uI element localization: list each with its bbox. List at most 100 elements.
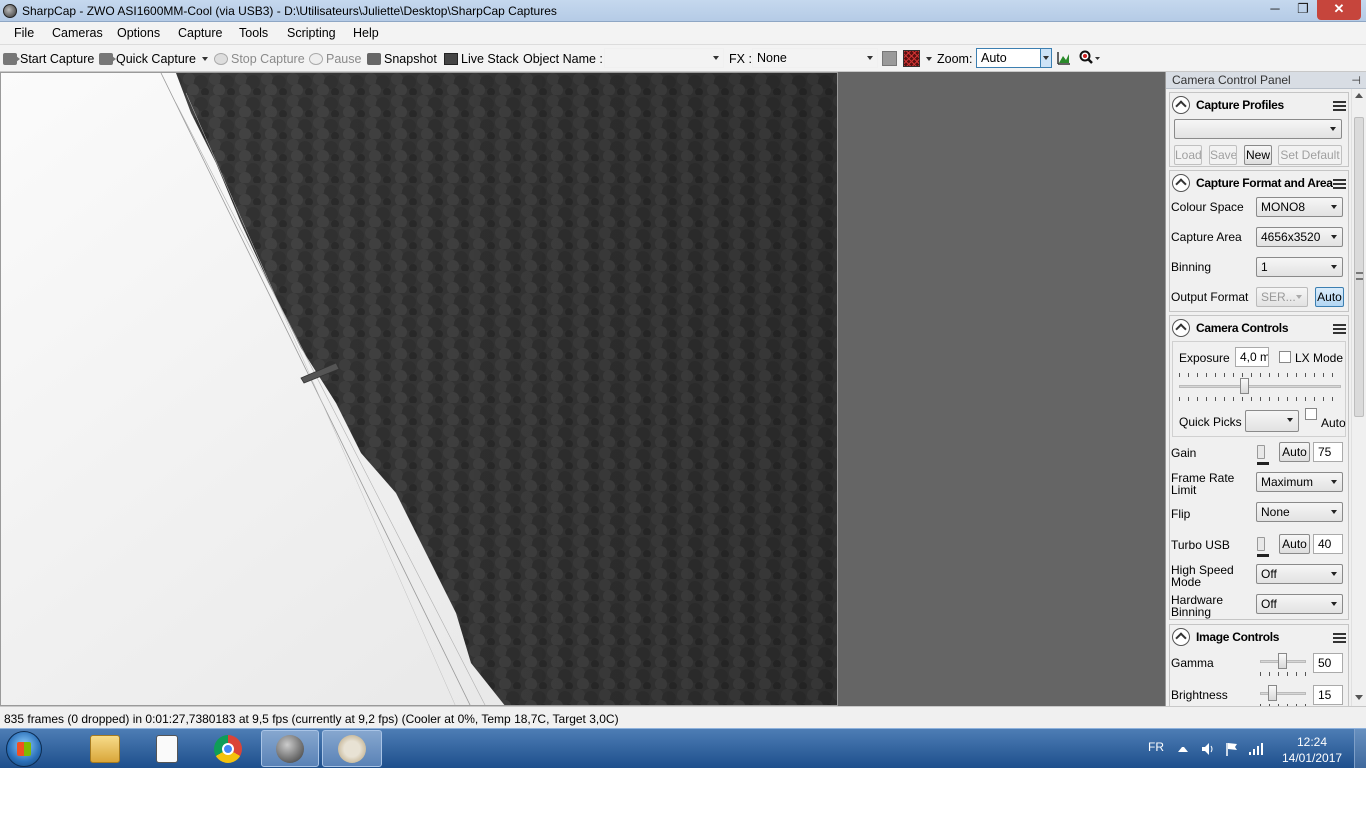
quick-picks-select[interactable] bbox=[1245, 410, 1299, 432]
object-name-combo[interactable] bbox=[604, 48, 724, 68]
exposure-ticks-bottom bbox=[1179, 397, 1341, 401]
load-profile-button[interactable]: Load bbox=[1174, 145, 1202, 165]
capture-area-select[interactable]: 4656x3520 bbox=[1256, 227, 1343, 247]
histogram-toggle-icon[interactable] bbox=[882, 51, 897, 66]
taskbar-notepad[interactable] bbox=[138, 730, 196, 767]
live-stack-button[interactable]: Live Stack bbox=[444, 50, 519, 67]
menu-options[interactable]: Options bbox=[117, 26, 160, 40]
menu-scripting[interactable]: Scripting bbox=[287, 26, 336, 40]
exposure-input[interactable]: 4,0 m bbox=[1235, 347, 1269, 367]
zoom-magnifier-icon[interactable] bbox=[1079, 50, 1101, 66]
capture-format-header[interactable]: Capture Format and Area bbox=[1172, 174, 1348, 194]
collapse-icon[interactable] bbox=[1172, 96, 1190, 114]
chevron-down-icon[interactable] bbox=[926, 57, 932, 61]
snapshot-button[interactable]: Snapshot bbox=[367, 50, 437, 67]
menu-help[interactable]: Help bbox=[353, 26, 379, 40]
exposure-label: Exposure bbox=[1179, 351, 1230, 365]
minimize-button[interactable]: ─ bbox=[1261, 0, 1289, 20]
turbo-usb-auto-button[interactable]: Auto bbox=[1279, 534, 1310, 554]
gain-auto-button[interactable]: Auto bbox=[1279, 442, 1310, 462]
brightness-input[interactable]: 15 bbox=[1313, 685, 1343, 705]
clock-date[interactable]: 14/01/2017 bbox=[1282, 751, 1342, 768]
gamma-slider-knob[interactable] bbox=[1278, 653, 1287, 669]
set-default-button[interactable]: Set Default bbox=[1278, 145, 1342, 165]
capture-area-label: Capture Area bbox=[1171, 230, 1242, 244]
splitter-grip-icon[interactable] bbox=[1356, 272, 1363, 280]
image-controls-header[interactable]: Image Controls bbox=[1172, 628, 1348, 648]
volume-icon[interactable] bbox=[1200, 741, 1216, 768]
turbo-usb-input[interactable]: 40 bbox=[1313, 534, 1343, 554]
menu-icon[interactable] bbox=[1333, 324, 1346, 334]
histogram-icon[interactable] bbox=[1057, 51, 1071, 65]
show-hidden-icons-icon[interactable] bbox=[1178, 742, 1188, 752]
brightness-slider[interactable] bbox=[1260, 683, 1306, 705]
collapse-icon[interactable] bbox=[1172, 319, 1190, 337]
taskbar-sharpcap[interactable] bbox=[261, 730, 319, 767]
gamma-input[interactable]: 50 bbox=[1313, 653, 1343, 673]
gain-input[interactable]: 75 bbox=[1313, 442, 1343, 462]
exposure-slider-knob[interactable] bbox=[1240, 378, 1249, 394]
gain-slider[interactable] bbox=[1257, 445, 1269, 465]
save-profile-button[interactable]: Save bbox=[1209, 145, 1237, 165]
collapse-icon[interactable] bbox=[1172, 628, 1190, 646]
output-format-select[interactable]: SER... bbox=[1256, 287, 1308, 307]
start-button-icon[interactable] bbox=[6, 731, 42, 767]
chevron-down-icon[interactable] bbox=[201, 56, 208, 61]
reticle-overlay-icon[interactable] bbox=[903, 50, 920, 67]
exposure-slider[interactable] bbox=[1179, 376, 1341, 398]
flip-select[interactable]: None bbox=[1256, 502, 1343, 522]
menu-icon[interactable] bbox=[1333, 101, 1346, 111]
pause-button[interactable]: Pause bbox=[309, 50, 361, 67]
colour-space-select[interactable]: MONO8 bbox=[1256, 197, 1343, 217]
network-signal-icon[interactable] bbox=[1248, 741, 1264, 768]
quick-picks-auto-label: Auto bbox=[1321, 416, 1346, 430]
action-center-flag-icon[interactable] bbox=[1224, 741, 1240, 768]
scroll-up-icon[interactable] bbox=[1355, 93, 1363, 98]
maximize-button[interactable]: ❐ bbox=[1289, 0, 1317, 20]
turbo-usb-slider[interactable] bbox=[1257, 537, 1269, 557]
fx-value: None bbox=[757, 51, 787, 65]
menu-tools[interactable]: Tools bbox=[239, 26, 268, 40]
menu-file[interactable]: File bbox=[14, 26, 34, 40]
taskbar-chrome[interactable] bbox=[199, 730, 257, 767]
close-button[interactable]: ✕ bbox=[1317, 0, 1361, 20]
new-profile-button[interactable]: New bbox=[1244, 145, 1272, 165]
taskbar-paint[interactable] bbox=[322, 730, 382, 767]
quick-capture-button[interactable]: Quick Capture bbox=[99, 50, 208, 67]
show-desktop-button[interactable] bbox=[1354, 729, 1366, 768]
output-auto-button[interactable]: Auto bbox=[1315, 287, 1344, 307]
lx-mode-checkbox[interactable] bbox=[1279, 351, 1291, 363]
gamma-slider[interactable] bbox=[1260, 651, 1306, 673]
menu-cameras[interactable]: Cameras bbox=[52, 26, 103, 40]
collapse-icon[interactable] bbox=[1172, 174, 1190, 192]
pin-icon[interactable]: ⊣ bbox=[1351, 74, 1361, 87]
hardware-binning-select[interactable]: Off bbox=[1256, 594, 1343, 614]
capture-profiles-header[interactable]: Capture Profiles bbox=[1172, 96, 1348, 116]
menu-icon[interactable] bbox=[1333, 179, 1346, 189]
zoom-select[interactable]: Auto bbox=[976, 48, 1052, 68]
fx-select[interactable]: None bbox=[752, 48, 878, 68]
binning-select[interactable]: 1 bbox=[1256, 257, 1343, 277]
start-capture-button[interactable]: Start Capture bbox=[3, 50, 94, 67]
scrollbar-thumb[interactable] bbox=[1354, 117, 1364, 417]
frame-rate-select[interactable]: Maximum bbox=[1256, 472, 1343, 492]
camera-controls-title: Camera Controls bbox=[1196, 321, 1289, 335]
flip-value: None bbox=[1261, 505, 1290, 519]
high-speed-select[interactable]: Off bbox=[1256, 564, 1343, 584]
menu-capture[interactable]: Capture bbox=[178, 26, 222, 40]
panel-scrollbar[interactable] bbox=[1351, 89, 1366, 706]
profile-select[interactable] bbox=[1174, 119, 1342, 139]
stop-capture-button[interactable]: Stop Capture bbox=[214, 50, 305, 67]
panel-header: Camera Control Panel ⊣ bbox=[1166, 72, 1366, 89]
image-controls-section: Image Controls Gamma 50 Brightness 15 bbox=[1169, 624, 1349, 706]
chevron-down-icon bbox=[713, 56, 719, 60]
language-indicator[interactable]: FR bbox=[1148, 740, 1164, 768]
brightness-slider-knob[interactable] bbox=[1268, 685, 1277, 701]
camera-controls-header[interactable]: Camera Controls bbox=[1172, 319, 1348, 339]
menu-icon[interactable] bbox=[1333, 633, 1346, 643]
image-viewer[interactable] bbox=[0, 72, 1165, 706]
quick-picks-auto-checkbox[interactable] bbox=[1305, 408, 1317, 420]
taskbar-explorer[interactable] bbox=[76, 730, 134, 767]
scroll-down-icon[interactable] bbox=[1355, 695, 1363, 700]
camera-preview-image bbox=[0, 72, 838, 706]
